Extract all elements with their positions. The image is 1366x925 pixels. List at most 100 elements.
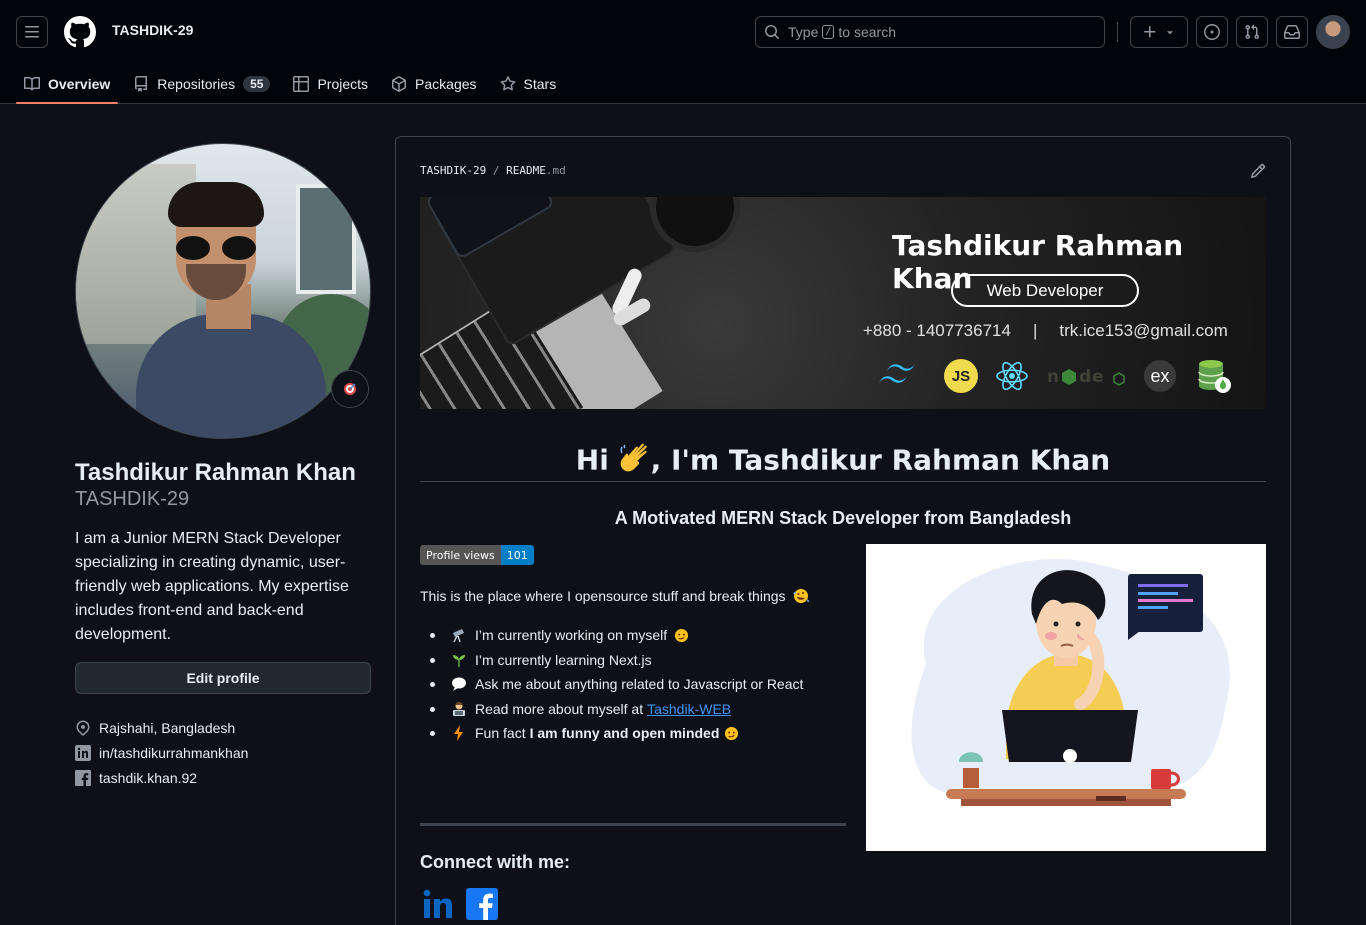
list-item: Ask me about anything related to Javascr… — [430, 672, 803, 697]
section-divider — [420, 823, 846, 826]
facebook-text: tashdik.khan.92 — [99, 769, 198, 786]
profile-avatar[interactable] — [75, 143, 371, 439]
search-shortcut-key: / — [822, 25, 835, 39]
list-item: Fun fact I am funny and open minded — [430, 721, 803, 746]
issues-button[interactable] — [1196, 16, 1228, 48]
tab-repositories[interactable]: Repositories 55 — [125, 64, 278, 104]
banner-role: Web Developer — [951, 274, 1139, 307]
tab-stars-label: Stars — [523, 76, 557, 92]
readme-intro-text: This is the place where I opensource stu… — [420, 588, 786, 605]
linkedin-social-icon[interactable] — [422, 888, 454, 923]
tailwind-icon — [874, 359, 924, 393]
readme-intro: This is the place where I opensource stu… — [420, 588, 810, 607]
target-emoji-icon — [344, 383, 356, 395]
facebook-icon — [75, 769, 91, 786]
tab-projects-label: Projects — [317, 76, 369, 92]
facebook-link[interactable]: tashdik.khan.92 — [75, 765, 248, 790]
svg-text:e: e — [1092, 367, 1104, 387]
tab-overview-label: Overview — [48, 76, 111, 92]
profile-tabs: Overview Repositories 55 Projects Packag… — [16, 64, 571, 104]
profile-bio: I am a Junior MERN Stack Developer speci… — [75, 530, 349, 643]
github-logo-icon[interactable] — [63, 16, 96, 48]
list-learning-text: I’m currently learning Next.js — [475, 651, 652, 668]
location-text: Rajshahi, Bangladesh — [99, 719, 236, 736]
list-fun-bold: I am funny and open minded — [529, 725, 720, 742]
zap-emoji-icon — [451, 725, 467, 742]
banner-contact: +880 - 1407736714 | trk.ice153@gmail.com — [863, 321, 1228, 341]
readme-breadcrumb: TASHDIK-29 / README.md — [420, 164, 566, 177]
svg-text:n: n — [1047, 367, 1059, 387]
linkedin-text: in/tashdikurrahmankhan — [99, 744, 249, 761]
readme-file-name: README — [506, 164, 546, 177]
edit-profile-button[interactable]: Edit profile — [75, 662, 371, 694]
express-icon: ex — [1142, 359, 1178, 393]
hamburger-icon — [25, 26, 39, 38]
connect-heading: Connect with me: — [420, 852, 571, 872]
express-badge: ex — [1144, 360, 1176, 392]
facebook-social-icon[interactable] — [466, 888, 498, 923]
profile-views-label: Profile views — [420, 545, 501, 565]
mongodb-icon — [1194, 359, 1234, 393]
linkedin-icon — [75, 744, 91, 761]
javascript-icon: JS — [943, 359, 979, 393]
readme-subtitle: A Motivated MERN Stack Developer from Ba… — [614, 508, 1072, 528]
banner-email: trk.ice153@gmail.com — [1059, 321, 1228, 340]
banner-phone: +880 - 1407736714 — [863, 321, 1011, 340]
notifications-button[interactable] — [1276, 16, 1308, 48]
search-icon — [764, 24, 780, 40]
search-suffix: to search — [838, 24, 896, 40]
portfolio-link[interactable]: Tashdik-WEB — [647, 701, 731, 717]
readme-owner-link[interactable]: TASHDIK-29 — [420, 164, 486, 177]
readme-banner-image: Tashdikur Rahman Khan Web Developer +880… — [420, 197, 1266, 409]
rofl-emoji-icon — [793, 588, 810, 607]
app-header: TASHDIK-29 Type / to search Overview Rep… — [0, 0, 1366, 104]
waving-hand-icon — [619, 442, 651, 481]
tab-projects[interactable]: Projects — [285, 64, 376, 104]
location-icon — [75, 719, 91, 736]
list-fun-prefix: Fun fact — [475, 725, 526, 742]
heading-divider — [420, 481, 1266, 482]
user-avatar-menu[interactable] — [1316, 15, 1350, 49]
list-working-text: I’m currently working on myself — [475, 627, 668, 644]
search-input[interactable]: Type / to search — [755, 16, 1105, 48]
plus-icon — [1144, 26, 1156, 38]
readme-file-ext: .md — [545, 164, 566, 177]
tab-overview[interactable]: Overview — [16, 64, 119, 104]
table-icon — [293, 76, 310, 92]
technologist-emoji-icon — [451, 701, 467, 717]
list-item: Read more about myself at Tashdik-WEB — [430, 697, 803, 722]
list-item: I’m currently working on myself — [430, 623, 803, 648]
profile-views-badge: Profile views 101 — [420, 545, 534, 565]
location-item: Rajshahi, Bangladesh — [75, 715, 248, 740]
smirk-emoji-icon — [723, 725, 739, 741]
nodejs-icon: nde — [1047, 359, 1127, 393]
javascript-badge: JS — [944, 359, 978, 393]
book-icon — [24, 76, 40, 91]
smirk-emoji-icon — [673, 627, 689, 643]
list-item: I’m currently learning Next.js — [430, 648, 803, 673]
tab-stars[interactable]: Stars — [492, 64, 565, 104]
tab-packages[interactable]: Packages — [383, 64, 484, 104]
edit-readme-pencil-icon[interactable] — [1250, 163, 1266, 182]
react-icon — [994, 359, 1030, 393]
git-pull-request-icon — [1245, 24, 1260, 40]
list-read-text: Read more about myself at — [475, 700, 644, 717]
profile-views-count: 101 — [500, 545, 534, 565]
context-username[interactable]: TASHDIK-29 — [112, 22, 193, 38]
pull-requests-button[interactable] — [1236, 16, 1268, 48]
inbox-icon — [1284, 25, 1300, 39]
set-status-button[interactable] — [331, 370, 369, 408]
tab-repositories-label: Repositories — [157, 76, 236, 92]
tab-packages-label: Packages — [415, 76, 477, 92]
seedling-emoji-icon — [451, 652, 467, 668]
readme-heading-hi: Hi — [575, 443, 609, 477]
header-divider — [1117, 22, 1118, 42]
repo-icon — [135, 76, 148, 92]
readme-list: I’m currently working on myself I’m curr… — [430, 623, 803, 746]
triangle-down-icon — [1167, 31, 1173, 35]
create-new-button[interactable] — [1130, 16, 1188, 48]
menu-button[interactable] — [16, 16, 48, 48]
readme-panel: TASHDIK-29 / README.md Tashdikur Rahman … — [395, 136, 1291, 925]
linkedin-link[interactable]: in/tashdikurrahmankhan — [75, 740, 248, 765]
profile-links: Rajshahi, Bangladesh in/tashdikurrahmank… — [75, 715, 248, 790]
